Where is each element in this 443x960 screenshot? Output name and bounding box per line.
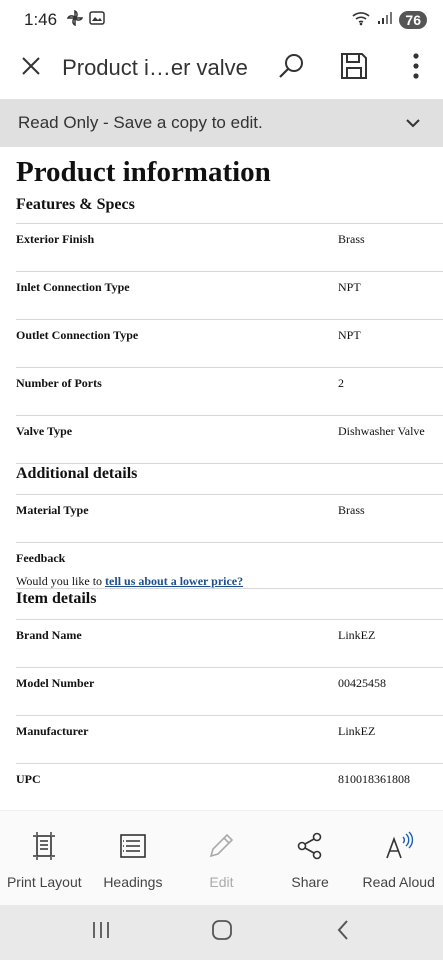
feedback-title: Feedback [16,551,66,565]
home-icon [211,919,233,946]
read-only-text: Read Only - Save a copy to edit. [18,113,263,132]
table-row: Outlet Connection Type NPT [16,319,443,367]
pencil-icon [206,831,236,866]
table-row: Manufacturer LinkEZ [16,715,443,763]
search-icon [276,51,306,86]
home-button[interactable] [202,913,242,953]
headings-button[interactable]: Headings [89,811,178,905]
read-only-banner[interactable]: Read Only - Save a copy to edit. [0,99,443,147]
read-aloud-icon [384,831,414,866]
back-icon [336,919,350,946]
status-time: 1:46 [24,10,58,29]
gallery-icon [89,10,105,30]
pinwheel-icon [66,9,84,31]
section-heading: Item details [16,590,97,607]
search-button[interactable] [264,40,318,96]
bottom-action-bar: Print Layout Headings Edit Share Read Al… [0,810,443,905]
signal-icon [377,11,393,30]
save-button[interactable] [326,40,380,96]
share-button[interactable]: Share [266,811,355,905]
read-aloud-button[interactable]: Read Aloud [354,811,443,905]
table-row: UPC 810018361808 [16,763,443,810]
close-icon [20,55,42,82]
page-title: Product information [16,156,271,188]
chevron-down-icon[interactable] [401,111,425,135]
status-bar: 1:46 76 [0,0,443,40]
save-icon [340,52,368,85]
table-row: Model Number 00425458 [16,667,443,715]
close-button[interactable] [0,40,62,96]
app-toolbar: Product i…er valve [0,40,443,96]
back-button[interactable] [323,913,363,953]
more-options-button[interactable] [389,40,443,96]
table-row: Material Type Brass [16,494,443,542]
headings-icon [118,831,148,866]
recent-apps-button[interactable] [81,913,121,953]
table-row: Exterior Finish Brass [16,223,443,271]
feedback-prefix: Would you like to [16,574,103,588]
wifi-icon [351,10,371,31]
battery-indicator: 76 [399,11,427,29]
print-layout-button[interactable]: Print Layout [0,811,89,905]
table-row: Number of Ports 2 [16,367,443,415]
section-heading: Additional details [16,465,138,482]
document-body: Product information Features & Specs Ext… [0,147,443,810]
recent-apps-icon [91,921,111,944]
feedback-block: Feedback Would you like to tell us about… [16,542,443,588]
edit-button[interactable]: Edit [177,811,266,905]
system-nav-bar [0,905,443,960]
print-layout-icon [29,831,59,866]
document-title: Product i…er valve [62,55,248,80]
section-heading: Features & Specs [16,196,135,213]
table-row: Inlet Connection Type NPT [16,271,443,319]
table-row: Brand Name LinkEZ [16,619,443,667]
more-icon [412,52,420,84]
share-icon [295,831,325,866]
lower-price-link[interactable]: tell us about a lower price? [105,574,243,588]
table-row: Valve Type Dishwasher Valve [16,415,443,463]
